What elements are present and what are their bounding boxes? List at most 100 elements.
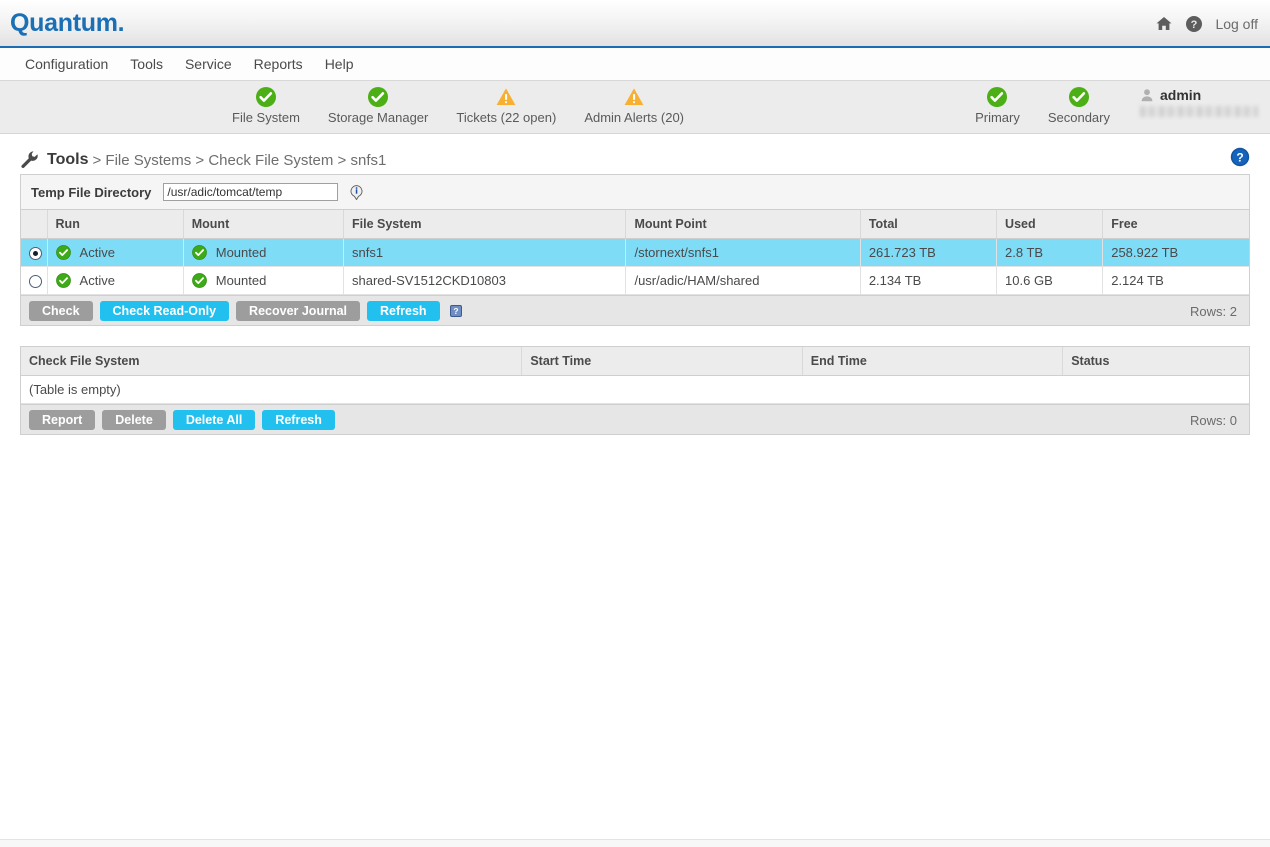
cell-total: 2.134 TB: [860, 267, 996, 295]
history-panel: Check File System Start Time End Time St…: [20, 346, 1250, 435]
filesystem-rows-count: Rows: 2: [1190, 304, 1237, 319]
recover-journal-button[interactable]: Recover Journal: [236, 301, 360, 321]
wrench-icon: [20, 150, 40, 170]
column-header-end-time[interactable]: End Time: [802, 347, 1062, 376]
check-circle-icon: [192, 273, 207, 288]
temp-file-directory-row: Temp File Directory: [21, 175, 1249, 210]
status-admin-alerts-label: Admin Alerts (20): [584, 110, 684, 125]
report-button[interactable]: Report: [29, 410, 95, 430]
status-secondary-label: Secondary: [1048, 110, 1110, 125]
cell-free: 258.922 TB: [1103, 239, 1249, 267]
history-table: Check File System Start Time End Time St…: [21, 347, 1249, 404]
status-primary-label: Primary: [975, 110, 1020, 125]
delete-button[interactable]: Delete: [102, 410, 166, 430]
status-tickets-label: Tickets (22 open): [456, 110, 556, 125]
help-square-icon[interactable]: ?: [450, 305, 462, 317]
column-header-select: [21, 210, 47, 239]
user-info[interactable]: admin: [1124, 81, 1270, 117]
menu-item-help[interactable]: Help: [314, 52, 365, 76]
status-file-system[interactable]: File System: [218, 81, 314, 125]
logoff-link[interactable]: Log off: [1215, 16, 1258, 32]
table-header-row: Run Mount File System Mount Point Total …: [21, 210, 1249, 239]
cell-total: 261.723 TB: [860, 239, 996, 267]
row-radio-selected[interactable]: [29, 247, 42, 260]
table-empty-row: (Table is empty): [21, 376, 1249, 404]
status-indicators-left: File System Storage Manager Tickets (22 …: [218, 81, 698, 134]
filesystem-panel: Temp File Directory: [20, 174, 1250, 326]
page-content: Tools > File Systems > Check File System…: [0, 134, 1270, 435]
filesystem-table: Run Mount File System Mount Point Total …: [21, 210, 1249, 295]
cell-mount-point: /usr/adic/HAM/shared: [626, 267, 860, 295]
app-header: Quantum. ? Log off: [0, 0, 1270, 48]
cell-file-system: snfs1: [344, 239, 626, 267]
history-button-bar: Report Delete Delete All Refresh Rows: 0: [21, 404, 1249, 434]
table-row[interactable]: Active Mounted: [21, 267, 1249, 295]
check-button[interactable]: Check: [29, 301, 93, 321]
warning-triangle-icon: [495, 86, 517, 108]
system-status-bar: File System Storage Manager Tickets (22 …: [0, 81, 1270, 134]
check-circle-icon: [986, 86, 1008, 108]
check-circle-icon: [255, 86, 277, 108]
check-circle-icon: [367, 86, 389, 108]
history-refresh-button[interactable]: Refresh: [262, 410, 335, 430]
cell-mount-label: Mounted: [216, 273, 267, 288]
info-balloon-icon[interactable]: [350, 185, 363, 200]
menu-item-configuration[interactable]: Configuration: [14, 52, 119, 76]
column-header-check-file-system[interactable]: Check File System: [21, 347, 522, 376]
column-header-mount-point[interactable]: Mount Point: [626, 210, 860, 239]
status-storage-manager-label: Storage Manager: [328, 110, 428, 125]
cell-run-label: Active: [80, 273, 115, 288]
column-header-run[interactable]: Run: [47, 210, 183, 239]
cell-mount: Mounted: [183, 267, 343, 295]
column-header-start-time[interactable]: Start Time: [522, 347, 802, 376]
status-secondary[interactable]: Secondary: [1034, 81, 1124, 125]
breadcrumb-trail: > File Systems > Check File System > snf…: [92, 152, 386, 169]
menu-item-tools[interactable]: Tools: [119, 52, 174, 76]
cell-mount-label: Mounted: [216, 245, 267, 260]
cell-run: Active: [47, 267, 183, 295]
column-header-free[interactable]: Free: [1103, 210, 1249, 239]
column-header-file-system[interactable]: File System: [344, 210, 626, 239]
user-detail-redacted: [1140, 106, 1258, 117]
menu-item-reports[interactable]: Reports: [243, 52, 314, 76]
temp-file-directory-input[interactable]: [163, 183, 338, 201]
cell-free: 2.124 TB: [1103, 267, 1249, 295]
main-menu-bar: Configuration Tools Service Reports Help: [0, 48, 1270, 81]
svg-text:?: ?: [1236, 150, 1243, 164]
quantum-logo: Quantum.: [10, 9, 124, 38]
table-header-row: Check File System Start Time End Time St…: [21, 347, 1249, 376]
table-row[interactable]: Active Mounted: [21, 239, 1249, 267]
table-empty-message: (Table is empty): [21, 376, 1249, 404]
row-radio[interactable]: [29, 275, 42, 288]
column-header-total[interactable]: Total: [860, 210, 996, 239]
home-icon[interactable]: [1155, 15, 1173, 33]
column-header-used[interactable]: Used: [997, 210, 1103, 239]
cell-file-system: shared-SV1512CKD10803: [344, 267, 626, 295]
cell-run: Active: [47, 239, 183, 267]
row-select-cell[interactable]: [21, 267, 47, 295]
help-circle-icon[interactable]: ?: [1185, 15, 1203, 33]
status-admin-alerts[interactable]: Admin Alerts (20): [570, 81, 698, 125]
cell-mount: Mounted: [183, 239, 343, 267]
status-storage-manager[interactable]: Storage Manager: [314, 81, 442, 125]
breadcrumb-root[interactable]: Tools: [47, 151, 88, 169]
temp-file-directory-label: Temp File Directory: [31, 185, 151, 200]
check-circle-icon: [56, 273, 71, 288]
check-circle-icon: [192, 245, 207, 260]
column-header-status[interactable]: Status: [1063, 347, 1249, 376]
status-primary[interactable]: Primary: [961, 81, 1034, 125]
svg-text:?: ?: [453, 306, 458, 316]
status-tickets[interactable]: Tickets (22 open): [442, 81, 570, 125]
user-icon: [1140, 88, 1154, 102]
delete-all-button[interactable]: Delete All: [173, 410, 256, 430]
breadcrumb: Tools > File Systems > Check File System…: [20, 134, 1250, 174]
user-line: admin: [1140, 87, 1201, 103]
column-header-mount[interactable]: Mount: [183, 210, 343, 239]
logo-mark: .: [118, 9, 125, 37]
svg-text:?: ?: [1191, 19, 1198, 31]
refresh-button[interactable]: Refresh: [367, 301, 440, 321]
menu-item-service[interactable]: Service: [174, 52, 243, 76]
check-read-only-button[interactable]: Check Read-Only: [100, 301, 230, 321]
help-circle-icon[interactable]: ?: [1230, 147, 1250, 167]
row-select-cell[interactable]: [21, 239, 47, 267]
